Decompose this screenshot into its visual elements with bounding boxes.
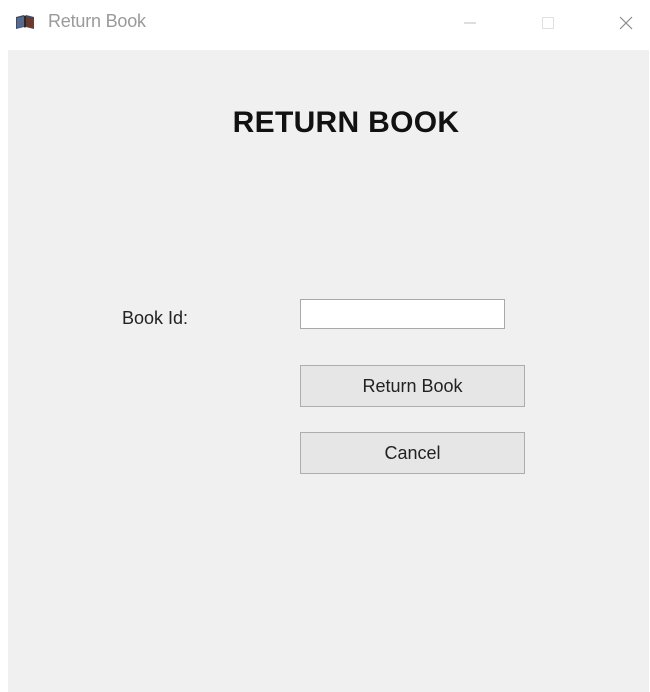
cancel-button[interactable]: Cancel (300, 432, 525, 474)
close-icon (608, 8, 644, 38)
minimize-button[interactable] (452, 8, 488, 38)
maximize-icon (530, 8, 566, 38)
window-title: Return Book (48, 11, 146, 31)
return-book-button[interactable]: Return Book (300, 365, 525, 407)
maximize-button[interactable] (530, 8, 566, 38)
return-book-window: Return Book RETURN BOOK Book Id: Return … (0, 0, 650, 692)
book-id-input[interactable] (300, 299, 505, 329)
book-icon (14, 13, 36, 31)
title-bar[interactable]: Return Book (0, 0, 650, 46)
book-id-label: Book Id: (122, 308, 189, 328)
client-area: RETURN BOOK Book Id: Return Book Cancel (8, 50, 649, 692)
minimize-icon (452, 8, 488, 38)
page-title: RETURN BOOK (232, 106, 460, 139)
close-button[interactable] (608, 8, 644, 38)
